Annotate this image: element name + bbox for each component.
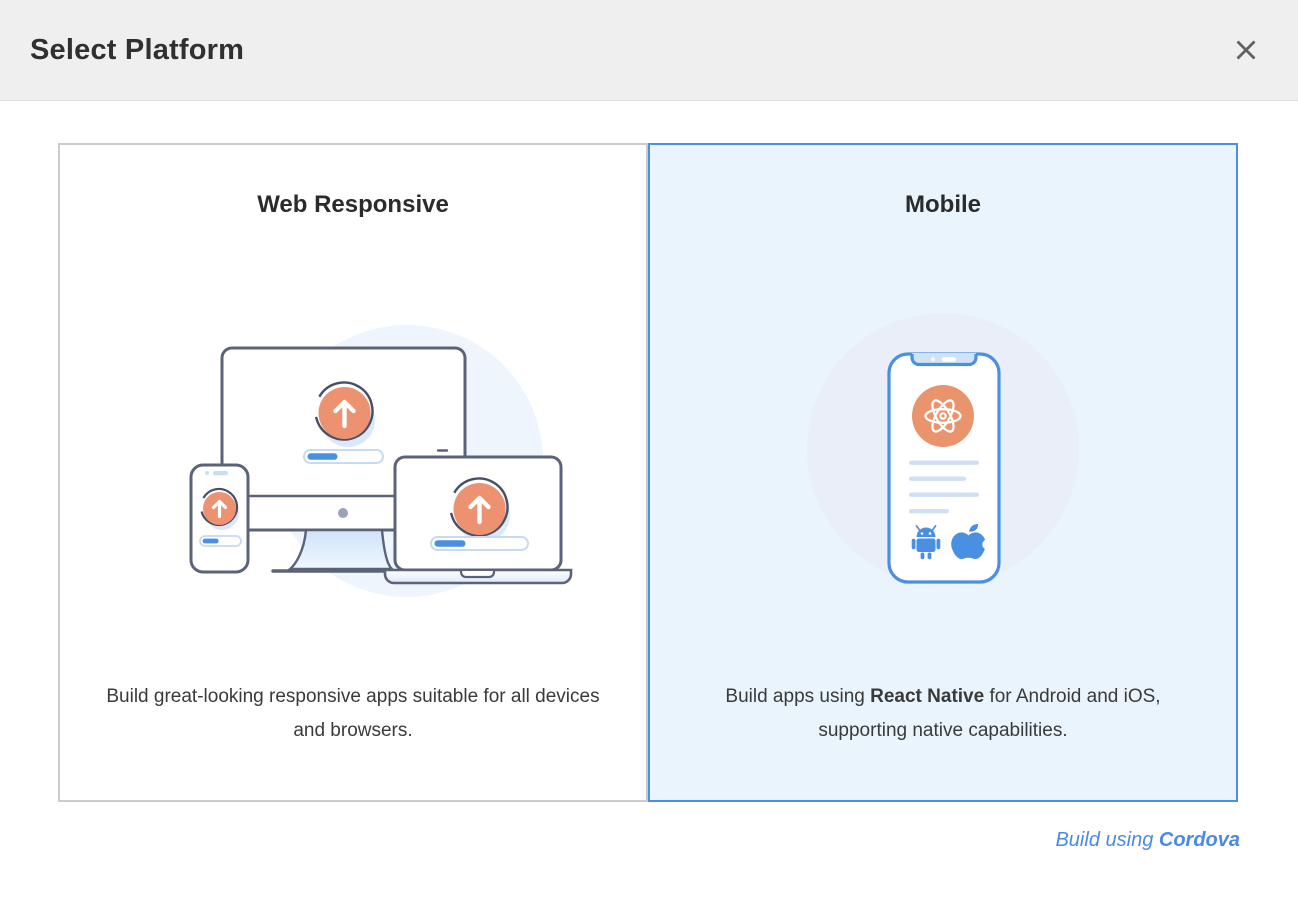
mobile-phone-icon (889, 353, 999, 582)
progress-bar (200, 536, 241, 546)
cordova-link-prefix: Build using (1055, 829, 1158, 851)
phone-react-illustration-svg (793, 307, 1093, 607)
progress-bar (431, 537, 528, 550)
modal-title: Select Platform (30, 34, 244, 67)
card-web-description: Build great-looking responsive apps suit… (95, 680, 611, 748)
card-mobile-description: Build apps using React Native for Androi… (685, 680, 1201, 748)
close-button[interactable] (1226, 30, 1266, 70)
smartphone-icon (191, 465, 248, 572)
phone-react-illustration (793, 219, 1093, 680)
card-mobile-title: Mobile (905, 191, 981, 219)
platform-cards: Web Responsive (58, 143, 1240, 802)
desc-prefix: Build apps using (725, 686, 870, 707)
card-web-title: Web Responsive (257, 191, 449, 219)
modal-footer: Build using Cordova (0, 829, 1298, 852)
progress-bar (304, 450, 383, 463)
devices-upload-illustration (123, 219, 583, 680)
modal-body: Web Responsive (0, 101, 1298, 802)
devices-upload-illustration-svg (123, 307, 583, 607)
card-mobile[interactable]: Mobile (648, 143, 1238, 802)
desc-bold: React Native (870, 686, 984, 707)
card-web-responsive[interactable]: Web Responsive (58, 143, 648, 802)
modal-header: Select Platform (0, 0, 1298, 101)
react-logo-icon (912, 385, 974, 447)
build-using-cordova-link[interactable]: Build using Cordova (1055, 829, 1240, 852)
laptop-icon (385, 450, 571, 583)
cordova-link-bold: Cordova (1159, 829, 1240, 851)
select-platform-modal: Select Platform Web Responsive (0, 0, 1298, 852)
close-icon (1234, 38, 1258, 62)
